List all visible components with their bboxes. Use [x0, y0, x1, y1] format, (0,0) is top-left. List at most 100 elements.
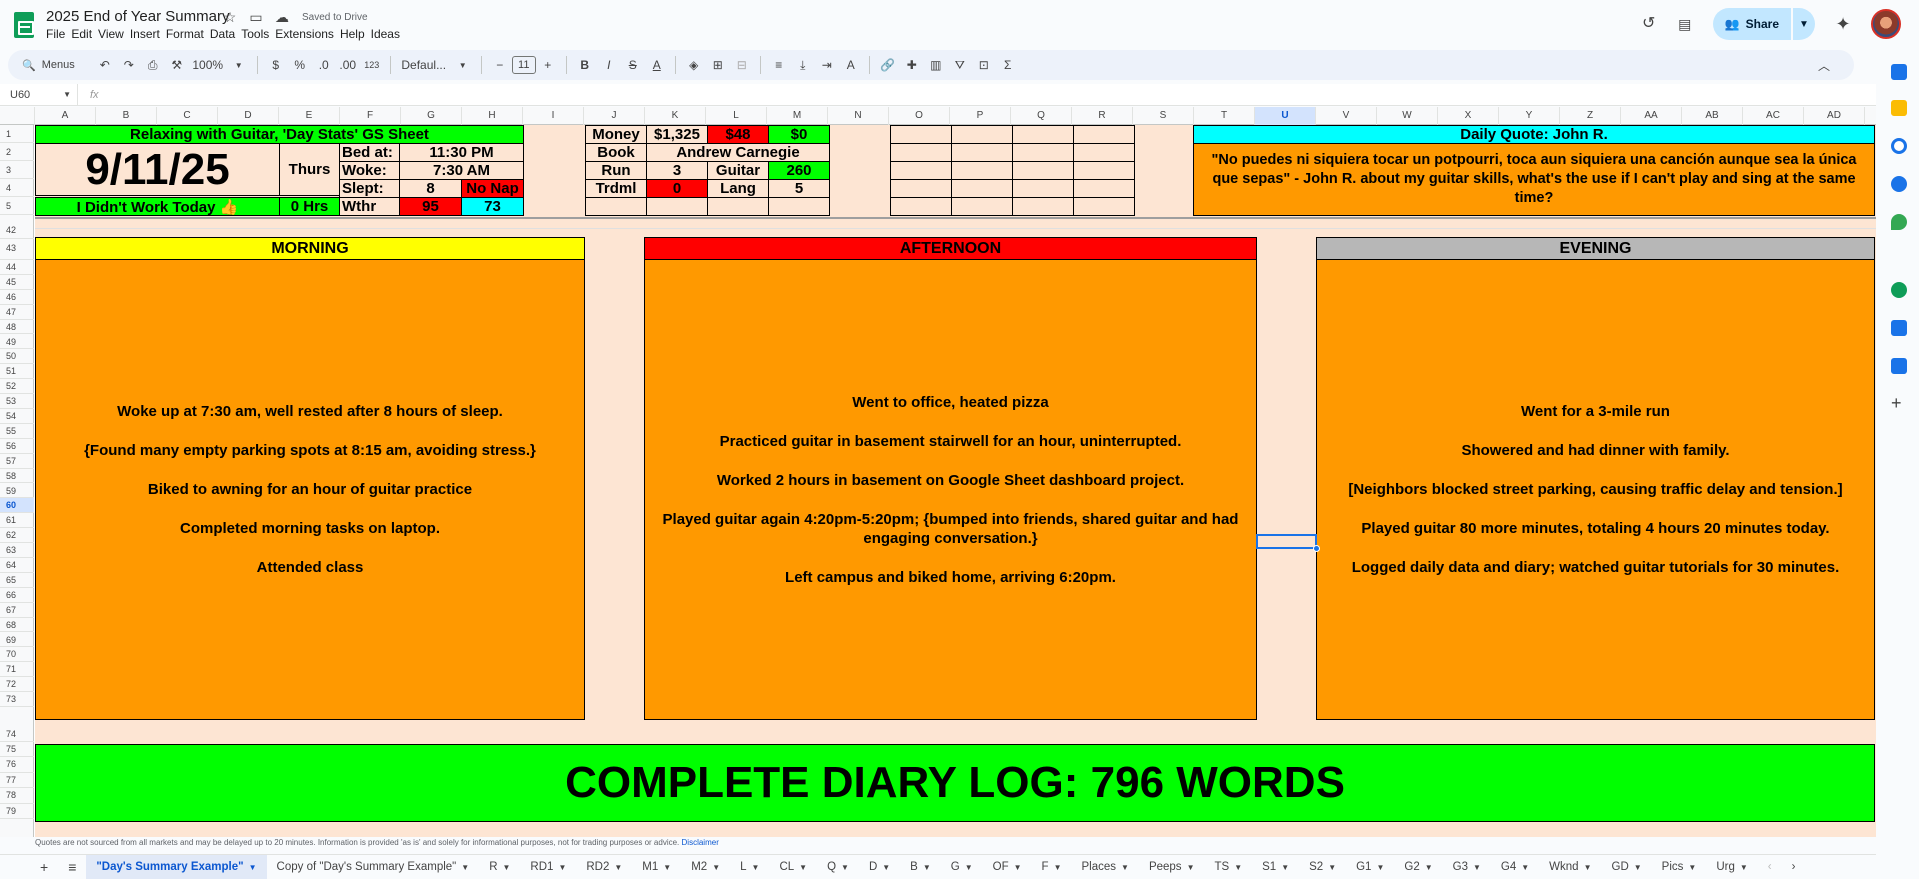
column-header-w[interactable]: W	[1377, 107, 1438, 125]
sheet-tab-22[interactable]: G3 ▼	[1443, 855, 1491, 879]
column-header-r[interactable]: R	[1072, 107, 1133, 125]
font-dropdown-icon[interactable]: ▼	[453, 61, 473, 70]
trdml-value[interactable]: 0	[646, 179, 708, 198]
weather-low[interactable]: 73	[461, 197, 524, 216]
addon-filter-icon[interactable]	[1891, 320, 1907, 336]
decrease-font-size-button[interactable]: −	[490, 58, 510, 72]
tasks-icon[interactable]	[1891, 138, 1907, 154]
functions-icon[interactable]: Σ	[998, 58, 1018, 72]
row-header-47[interactable]: 47	[0, 305, 34, 320]
empty-cell[interactable]	[890, 143, 952, 162]
sheet-tab-menu-icon[interactable]: ▼	[1688, 863, 1696, 872]
weekday-cell[interactable]: Thurs	[279, 143, 340, 196]
sheet-tab-20[interactable]: G1 ▼	[1346, 855, 1394, 879]
sheet-tab-menu-icon[interactable]: ▼	[1376, 863, 1384, 872]
afternoon-header[interactable]: AFTERNOON	[644, 237, 1257, 260]
column-header-a[interactable]: A	[35, 107, 96, 125]
column-header-m[interactable]: M	[767, 107, 828, 125]
maps-icon[interactable]	[1891, 214, 1907, 230]
sheet-tab-6[interactable]: M2 ▼	[681, 855, 730, 879]
menu-help[interactable]: Help	[340, 27, 371, 41]
comments-icon[interactable]: ▤	[1677, 16, 1693, 32]
all-sheets-icon[interactable]: ≡	[58, 855, 86, 879]
evening-body[interactable]: Went for a 3-mile run Showered and had d…	[1316, 259, 1875, 720]
empty-cell[interactable]	[890, 125, 952, 144]
sheet-tab-15[interactable]: Places ▼	[1072, 855, 1139, 879]
empty-cell[interactable]	[951, 143, 1013, 162]
row-header-5[interactable]: 5	[0, 197, 34, 215]
sheet-tab-menu-icon[interactable]: ▼	[752, 863, 760, 872]
strikethrough-icon[interactable]: S	[623, 58, 643, 72]
run-value[interactable]: 3	[646, 161, 708, 180]
text-wrapping-icon[interactable]: ⇥	[817, 58, 837, 72]
nap-cell[interactable]: No Nap	[461, 179, 524, 198]
sheet-tab-menu-icon[interactable]: ▼	[558, 863, 566, 872]
horizontal-align-icon[interactable]: ≡	[769, 58, 789, 72]
money-label[interactable]: Money	[585, 125, 647, 144]
row-header-56[interactable]: 56	[0, 439, 34, 454]
addon-tn-icon[interactable]	[1891, 282, 1907, 298]
zoom-dropdown-icon[interactable]: ▼	[229, 61, 249, 70]
sheet-tab-19[interactable]: S2 ▼	[1299, 855, 1346, 879]
empty-cell[interactable]	[585, 197, 647, 216]
borders-icon[interactable]: ⊞	[708, 58, 728, 72]
sheet-tab-16[interactable]: Peeps ▼	[1139, 855, 1205, 879]
row-header-54[interactable]: 54	[0, 409, 34, 424]
row-header-43[interactable]: 43	[0, 237, 34, 260]
sheet-tab-menu-icon[interactable]: ▼	[1740, 863, 1748, 872]
money-spent[interactable]: $48	[707, 125, 769, 144]
empty-cell[interactable]	[1012, 197, 1074, 216]
sheet-tab-5[interactable]: M1 ▼	[632, 855, 681, 879]
work-hours-cell[interactable]: 0 Hrs	[279, 197, 340, 216]
row-header-65[interactable]: 65	[0, 573, 34, 588]
book-value[interactable]: Andrew Carnegie	[646, 143, 830, 162]
sheet-tab-8[interactable]: CL ▼	[769, 855, 817, 879]
woke-value[interactable]: 7:30 AM	[399, 161, 524, 180]
book-label[interactable]: Book	[585, 143, 647, 162]
sheet-tab-11[interactable]: B ▼	[900, 855, 941, 879]
sheet-tab-menu-icon[interactable]: ▼	[249, 863, 257, 872]
column-header-i[interactable]: I	[523, 107, 584, 125]
row-header-51[interactable]: 51	[0, 364, 34, 380]
sheet-tab-menu-icon[interactable]: ▼	[503, 863, 511, 872]
currency-format-button[interactable]: $	[266, 58, 286, 72]
row-header-46[interactable]: 46	[0, 290, 34, 305]
sheet-tab-menu-icon[interactable]: ▼	[1121, 863, 1129, 872]
sheet-tab-menu-icon[interactable]: ▼	[1014, 863, 1022, 872]
italic-icon[interactable]: I	[599, 58, 619, 72]
row-header-66[interactable]: 66	[0, 588, 34, 603]
paint-format-icon[interactable]: ⚒	[167, 58, 187, 72]
selected-cell[interactable]	[1256, 534, 1317, 549]
cloud-saved-icon[interactable]: ☁	[274, 9, 290, 25]
row-header-72[interactable]: 72	[0, 677, 34, 693]
calendar-icon[interactable]	[1891, 64, 1907, 80]
weather-high[interactable]: 95	[399, 197, 462, 216]
version-history-icon[interactable]: ↺	[1641, 16, 1657, 32]
column-header-n[interactable]: N	[828, 107, 889, 125]
font-select[interactable]: Defaul...	[399, 58, 449, 72]
sheet-tab-12[interactable]: G ▼	[941, 855, 983, 879]
column-header-p[interactable]: P	[950, 107, 1011, 125]
percent-format-button[interactable]: %	[290, 58, 310, 72]
column-header-q[interactable]: Q	[1011, 107, 1072, 125]
sheet-tab-menu-icon[interactable]: ▼	[965, 863, 973, 872]
quote-header[interactable]: Daily Quote: John R.	[1193, 125, 1875, 144]
work-status-cell[interactable]: I Didn't Work Today 👍	[35, 197, 280, 216]
row-header-1[interactable]: 1	[0, 125, 34, 143]
sheet-tab-2[interactable]: R ▼	[479, 855, 520, 879]
row-header-78[interactable]: 78	[0, 788, 34, 804]
sheet-tab-menu-icon[interactable]: ▼	[1473, 863, 1481, 872]
sheet-tab-menu-icon[interactable]: ▼	[799, 863, 807, 872]
menu-data[interactable]: Data	[210, 27, 241, 41]
empty-cell[interactable]	[1012, 143, 1074, 162]
insert-chart-icon[interactable]: ▥	[926, 58, 946, 72]
bed-value[interactable]: 11:30 PM	[399, 143, 524, 162]
share-button[interactable]: 👥 Share	[1712, 8, 1791, 40]
sheet-tab-menu-icon[interactable]: ▼	[1634, 863, 1642, 872]
keep-icon[interactable]	[1891, 100, 1907, 116]
empty-cell[interactable]	[951, 161, 1013, 180]
guitar-value[interactable]: 260	[768, 161, 830, 180]
row-header-58[interactable]: 58	[0, 469, 34, 484]
name-box[interactable]: U60 ▼	[0, 84, 78, 105]
column-header-s[interactable]: S	[1133, 107, 1194, 125]
